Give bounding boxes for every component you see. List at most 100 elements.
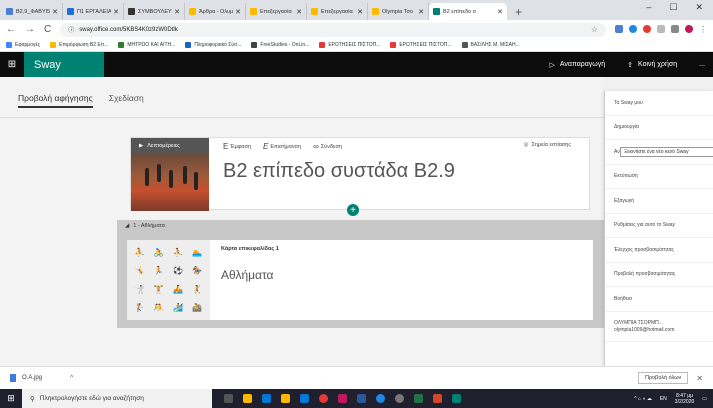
tab-storyline[interactable]: Προβολή αφήγησης [18, 93, 93, 108]
link-button[interactable]: ∞ Σύνδεση [313, 142, 342, 151]
account-info[interactable]: ΟΛΥΜΠΙΑ ΤΣΟΡΜΠ... olympia1009@hotmail.co… [605, 312, 713, 342]
menu-item[interactable]: Έλεγχος προσβασιμότητας [605, 238, 713, 263]
app-launcher-icon[interactable]: ⊞ [0, 52, 24, 77]
sway-brand[interactable]: Sway [24, 52, 104, 77]
word-icon[interactable] [357, 394, 366, 403]
title-card-image[interactable]: ▶ Λεπτομέρειες [131, 138, 209, 211]
card-title[interactable]: Αθλήματα [221, 268, 273, 282]
app-icon[interactable] [395, 394, 404, 403]
focus-points-button[interactable]: ◎ Σημεία εστίασης [524, 142, 571, 148]
browser-tab[interactable]: B2,9_ΦΑΒΥΙ5 ✕ [2, 3, 63, 20]
bookmark-item[interactable]: FreeStudies - OnLin... [251, 42, 309, 48]
bookmark-star-icon[interactable]: ☆ [591, 25, 598, 34]
download-item[interactable]: O.A.jpg [10, 374, 42, 382]
clock[interactable]: 8:47 μμ 3/2/2020 [675, 393, 694, 405]
sway-app-icon[interactable] [452, 394, 461, 403]
chevron-up-icon[interactable]: ^ [70, 375, 73, 382]
maximize-icon[interactable]: ☐ [669, 2, 677, 13]
taskbar-search[interactable]: ⚲ Πληκτρολογήστε εδώ για αναζήτηση [22, 389, 212, 408]
url-field[interactable]: ⓘ sway.office.com/5KBS4K0z9zW0Dtlk ☆ [60, 22, 606, 37]
favicon-icon [6, 8, 13, 15]
browser-tab[interactable]: Επεξεργασία ✕ [307, 3, 368, 20]
play-button[interactable]: ▷ Αναπαραγωγή [549, 61, 605, 69]
bookmark-icon [319, 42, 326, 48]
app-icon[interactable] [338, 394, 347, 403]
menu-item[interactable]: Προβολή προσβασιμότητας [605, 263, 713, 287]
mail-icon[interactable] [300, 394, 309, 403]
group-header[interactable]: ◢ 1 - Αθλήματα [125, 223, 165, 229]
task-view-icon[interactable] [224, 394, 233, 403]
menu-item[interactable]: Δημιουργία [605, 116, 713, 140]
tab-design[interactable]: Σχεδίαση [109, 93, 144, 106]
sway-title[interactable]: B2 επίπεδο συστάδα B2.9 [223, 160, 455, 183]
collapse-icon[interactable]: ◢ [125, 223, 129, 229]
extension-icon[interactable] [671, 25, 679, 33]
show-all-button[interactable]: Προβολή όλων [638, 372, 689, 384]
close-tab-icon[interactable]: ✕ [418, 8, 424, 16]
excel-icon[interactable] [414, 394, 423, 403]
windows-start-icon[interactable]: ⊞ [0, 393, 22, 404]
minimize-icon[interactable]: – [646, 2, 651, 13]
browser-tab[interactable]: Π1 ΕΡΓΑΛΕΙΑ ✕ [63, 3, 124, 20]
extensions: ⋮ [615, 25, 707, 34]
menu-item[interactable]: Ρυθμίσεις για αυτό το Sway [605, 214, 713, 238]
menu-item[interactable]: Τα Sway μου [605, 91, 713, 116]
new-tab-button[interactable]: + [515, 3, 522, 20]
edge-icon[interactable] [376, 394, 385, 403]
bookmark-item[interactable]: Πληροφοριακό Σύσ... [185, 42, 241, 48]
menu-item[interactable]: Βοήθεια [605, 287, 713, 312]
file-explorer-icon[interactable] [243, 394, 252, 403]
extension-icon[interactable] [615, 25, 623, 33]
profile-avatar[interactable] [685, 25, 693, 33]
browser-tab[interactable]: Επεξεργασία ✕ [246, 3, 307, 20]
tray-icons[interactable]: ^ ⌂ ◖ ☁ [634, 396, 652, 402]
extension-icon[interactable] [629, 25, 637, 33]
app-icon[interactable] [281, 394, 290, 403]
heading-card[interactable]: ⛹ 🚴 ⛹ 🏊 🤸 🏃 ⚽ 🏇 🤺 🏋 🚣 🤾 🏌 🤼 🏄 🚵 Κάρτα επικεφαλίδας 1… [127, 240, 593, 320]
title-card[interactable]: ▶ Λεπτομέρειες E Έμφαση E Επισήμανση ∞ Σύνδ… [130, 137, 590, 211]
close-tab-icon[interactable]: ✕ [174, 8, 180, 16]
more-options-icon[interactable]: ... [699, 61, 705, 68]
bookmark-item[interactable]: ΕΡΩΤΗΣΕΙΣ ΠΙΣΤΟΠ... [319, 42, 380, 48]
language-indicator[interactable]: EN [660, 396, 667, 402]
favicon-icon [311, 8, 318, 15]
bookmark-item[interactable]: Επιμόρφωση Β2 Επ... [50, 42, 108, 48]
bookmark-item[interactable]: ΜΗΤΡΩΟ ΚΑΙ ΑΙΤΗ... [118, 42, 175, 48]
close-tab-icon[interactable]: ✕ [357, 8, 363, 16]
browser-tab[interactable]: Olympia Τσο ✕ [368, 3, 429, 20]
menu-item[interactable]: Εκτύπωση [605, 165, 713, 189]
more-options-menu: Τα Sway μουΔημιουργίαΑναπαραγωγή αυτού τ… [604, 91, 713, 366]
browser-menu-icon[interactable]: ⋮ [699, 25, 707, 34]
close-icon[interactable]: ✕ [696, 374, 703, 383]
bookmark-item[interactable]: ΒΑΣΙΛΗΣ Μ. ΜΙΣΑΗ... [461, 42, 520, 48]
bookmark-item[interactable]: Εφαρμογές [6, 42, 40, 48]
forward-icon[interactable]: → [25, 24, 35, 35]
chrome-icon[interactable] [319, 394, 328, 403]
link-label: Σύνδεση [320, 143, 342, 150]
close-tab-icon[interactable]: ✕ [52, 8, 58, 16]
menu-item[interactable]: Εξαγωγή [605, 189, 713, 214]
reload-icon[interactable]: C [44, 24, 51, 35]
close-window-icon[interactable]: ✕ [695, 2, 703, 13]
browser-tab[interactable]: ΣΥΜΒΟΥΛΕΥΤ ✕ [124, 3, 185, 20]
notifications-icon[interactable]: ▭ [702, 396, 707, 402]
extension-icon[interactable] [643, 25, 651, 33]
highlight-button[interactable]: E Επισήμανση [263, 142, 301, 151]
back-icon[interactable]: ← [6, 24, 16, 35]
browser-tab[interactable]: Άρθρα - Ολυμ ✕ [185, 3, 246, 20]
sports-icons-image[interactable]: ⛹ 🚴 ⛹ 🏊 🤸 🏃 ⚽ 🏇 🤺 🏋 🚣 🤾 🏌 🤼 🏄 🚵 [127, 240, 210, 320]
store-icon[interactable] [262, 394, 271, 403]
powerpoint-icon[interactable] [433, 394, 442, 403]
info-icon[interactable]: ⓘ [68, 25, 74, 34]
extension-icon[interactable] [657, 25, 665, 33]
close-tab-icon[interactable]: ✕ [235, 8, 241, 16]
details-toggle[interactable]: ▶ Λεπτομέρειες [131, 138, 209, 154]
close-tab-icon[interactable]: ✕ [113, 8, 119, 16]
browser-tab[interactable]: B2 επίπεδο σ ✕ [429, 3, 507, 20]
add-content-button[interactable]: + [347, 204, 359, 216]
bookmark-item[interactable]: ΕΡΩΤΗΣΕΙΣ ΠΙΣΤΟΠ... [390, 42, 452, 48]
share-button[interactable]: ⇪ Κοινή χρήση [627, 61, 677, 69]
close-tab-icon[interactable]: ✕ [296, 8, 302, 16]
emphasis-button[interactable]: E Έμφαση [223, 142, 251, 151]
close-tab-icon[interactable]: ✕ [497, 8, 503, 16]
